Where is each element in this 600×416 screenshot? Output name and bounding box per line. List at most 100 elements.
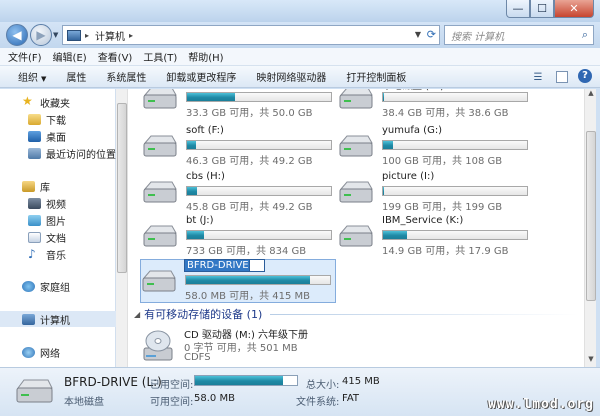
search-box[interactable]: 搜索 计算机 ⌕: [444, 25, 594, 45]
sidebar-item-libraries[interactable]: 库: [0, 178, 116, 194]
drive-usage-fill: [187, 141, 196, 149]
star-icon: ★: [22, 93, 33, 108]
back-button[interactable]: ◀: [6, 24, 28, 46]
search-icon[interactable]: ⌕: [582, 28, 588, 42]
drive-item[interactable]: WIN7 (C:)33.3 GB 可用，共 50.0 GB: [142, 89, 340, 119]
hard-drive-icon: [339, 181, 373, 203]
content-scrollbar[interactable]: ▲ ▼: [584, 89, 596, 367]
sidebar-item-videos[interactable]: 视频: [0, 195, 116, 211]
help-icon[interactable]: ?: [578, 69, 592, 83]
content-scroll-thumb[interactable]: [586, 131, 596, 301]
used-space-fill: [195, 376, 283, 385]
free-space-label: 可用空间:: [150, 397, 194, 408]
uninstall-button[interactable]: 卸载或更改程序: [166, 69, 236, 84]
sidebar-item-label: 视频: [46, 199, 66, 211]
organize-label: 组织: [18, 73, 38, 84]
drive-item[interactable]: cbs (H:) 45.8 GB 可用，共 49.2 GB: [142, 171, 340, 213]
menu-edit[interactable]: 编辑(E): [53, 49, 87, 64]
search-input[interactable]: 搜索 计算机: [451, 28, 504, 43]
sidebar-item-pictures[interactable]: 图片: [0, 212, 116, 228]
drive-space-info: 14.9 GB 可用，共 17.9 GB: [382, 246, 509, 257]
drive-usage-fill: [187, 187, 198, 195]
desktop-icon: [28, 130, 41, 142]
menu-view[interactable]: 查看(V): [98, 49, 133, 64]
drive-usage-fill: [186, 276, 310, 284]
rename-caret-box[interactable]: [249, 259, 265, 272]
computer-icon: [22, 313, 35, 325]
total-size-value: 415 MB: [342, 376, 380, 387]
drive-space-info: 38.4 GB 可用，共 38.6 GB: [382, 108, 509, 119]
properties-button[interactable]: 属性: [66, 69, 86, 84]
removable-group-header[interactable]: ◢ 有可移动存储的设备 (1): [134, 306, 578, 322]
used-space-label: 已用空间:: [150, 380, 194, 391]
menu-tools[interactable]: 工具(T): [143, 49, 177, 64]
drive-usage-fill: [383, 141, 394, 149]
sidebar-item-label: 音乐: [46, 250, 66, 262]
breadcrumb-computer[interactable]: 计算机: [95, 28, 125, 43]
hard-drive-icon: [142, 270, 176, 292]
drive-item[interactable]: 本地磁盘 (D:)38.4 GB 可用，共 38.6 GB: [338, 89, 536, 119]
hard-drive-icon: [339, 135, 373, 157]
system-properties-button[interactable]: 系统属性: [106, 69, 146, 84]
drive-usage-bar: [186, 186, 332, 196]
collapse-triangle-icon[interactable]: ◢: [134, 310, 140, 319]
address-dropdown-icon[interactable]: ▼: [415, 30, 421, 39]
hard-drive-icon: [143, 135, 177, 157]
watermark: www.lmod.org: [488, 397, 594, 412]
sidebar-item-homegroup[interactable]: 家庭组: [0, 278, 116, 294]
maximize-button[interactable]: ☐: [530, 0, 554, 18]
view-options-icon[interactable]: ☰: [530, 69, 546, 85]
drive-usage-bar: [185, 275, 331, 285]
sidebar-item-recent[interactable]: 最近访问的位置: [0, 145, 116, 161]
drive-item[interactable]: BFRD-DRIVE 58.0 MB 可用，共 415 MB: [140, 259, 336, 303]
drive-item[interactable]: bt (J:) 733 GB 可用，共 834 GB: [142, 215, 340, 257]
organize-button[interactable]: 组织 ▼: [18, 69, 46, 84]
details-drive-name: BFRD-DRIVE (L:): [64, 375, 162, 389]
sidebar-item-favorites[interactable]: ★ 收藏夹: [0, 94, 116, 110]
drive-name: picture (I:): [382, 171, 435, 182]
command-bar: 组织 ▼ 属性 系统属性 卸载或更改程序 映射网络驱动器 打开控制面板 ☰ ?: [0, 66, 600, 88]
sidebar-item-music[interactable]: ♪ 音乐: [0, 246, 116, 262]
forward-button[interactable]: ▶: [30, 24, 52, 46]
minimize-button[interactable]: —: [506, 0, 530, 18]
preview-pane-icon[interactable]: [556, 71, 568, 83]
scroll-up-icon[interactable]: ▲: [585, 89, 597, 101]
pictures-icon: [28, 214, 41, 226]
address-bar[interactable]: ▸ 计算机 ▸ ▼ ⟳: [62, 25, 440, 45]
drive-item[interactable]: IBM_Service (K:) 14.9 GB 可用，共 17.9 GB: [338, 215, 536, 257]
navigation-scroll-thumb[interactable]: [117, 103, 127, 273]
window-controls: — ☐ ✕: [506, 0, 594, 18]
view-controls: ☰ ?: [530, 69, 592, 85]
drive-name[interactable]: BFRD-DRIVE: [184, 259, 252, 272]
refresh-icon[interactable]: ⟳: [427, 28, 436, 41]
documents-icon: [28, 231, 41, 243]
sidebar-item-computer[interactable]: 计算机: [0, 311, 116, 327]
close-button[interactable]: ✕: [554, 0, 594, 18]
homegroup-icon: [22, 280, 35, 292]
navigation-bar: ◀ ▶ ▼ ▸ 计算机 ▸ ▼ ⟳ 搜索 计算机 ⌕: [0, 22, 600, 48]
sidebar-item-desktop[interactable]: 桌面: [0, 128, 116, 144]
drive-name: bt (J:): [186, 215, 214, 226]
sidebar-item-documents[interactable]: 文档: [0, 229, 116, 245]
drive-item[interactable]: yumufa (G:) 100 GB 可用，共 108 GB: [338, 125, 536, 167]
hard-drive-icon: [143, 225, 177, 247]
navigation-scrollbar[interactable]: [116, 89, 128, 367]
scroll-down-icon[interactable]: ▼: [585, 355, 597, 367]
drive-usage-fill: [383, 93, 385, 101]
breadcrumb-separator-icon[interactable]: ▸: [85, 31, 89, 40]
control-panel-button[interactable]: 打开控制面板: [346, 69, 406, 84]
hard-drive-icon: [143, 89, 177, 109]
sidebar-item-network[interactable]: 网络: [0, 344, 116, 360]
sidebar-item-downloads[interactable]: 下载: [0, 111, 116, 127]
history-dropdown-icon[interactable]: ▼: [53, 31, 58, 39]
drive-item[interactable]: picture (I:) 199 GB 可用，共 199 GB: [338, 171, 536, 213]
breadcrumb-chevron-icon[interactable]: ▸: [129, 31, 133, 40]
menu-file[interactable]: 文件(F): [8, 49, 42, 64]
map-drive-button[interactable]: 映射网络驱动器: [256, 69, 326, 84]
cd-drive-item[interactable]: CD 驱动器 (M:) 六年级下册 0 字节 可用，共 501 MB CDFS: [142, 326, 362, 366]
free-space-value: 58.0 MB: [194, 393, 235, 404]
sidebar-item-label: 家庭组: [40, 282, 70, 294]
sidebar-item-label: 桌面: [46, 132, 66, 144]
drive-item[interactable]: soft (F:) 46.3 GB 可用，共 49.2 GB: [142, 125, 340, 167]
menu-help[interactable]: 帮助(H): [188, 49, 223, 64]
